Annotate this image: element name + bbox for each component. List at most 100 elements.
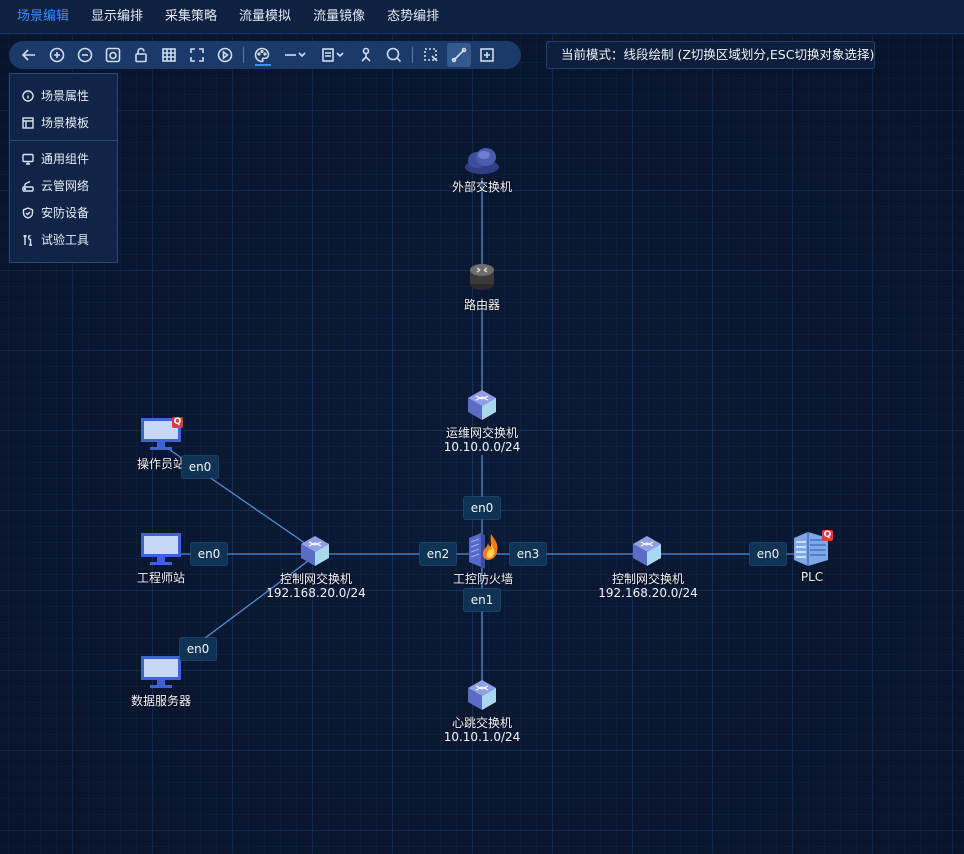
node-subnet: 192.168.20.0/24 xyxy=(598,586,698,600)
node-label: 控制网交换机 xyxy=(611,572,685,586)
cloud-icon xyxy=(465,148,499,174)
side-divider xyxy=(10,140,117,141)
port-firewall-en2[interactable]: en2 xyxy=(420,543,456,565)
search-icon xyxy=(386,47,402,63)
fit-screen-button[interactable] xyxy=(183,41,211,69)
firewall-icon xyxy=(469,533,498,569)
line-color-button[interactable] xyxy=(248,41,276,69)
port-plc-en0[interactable]: en0 xyxy=(750,543,786,565)
shield-icon xyxy=(22,206,34,219)
add-box-icon xyxy=(480,48,494,62)
toolbar-divider xyxy=(243,47,244,63)
side-item-test-tools[interactable]: 试验工具 xyxy=(10,226,117,253)
control-switch-right-node[interactable]: 控制网交换机 192.168.20.0/24 xyxy=(598,534,698,600)
side-item-security-devices[interactable]: 安防设备 xyxy=(10,199,117,226)
port-firewall-en0[interactable]: en0 xyxy=(464,497,500,519)
side-item-label: 通用组件 xyxy=(41,152,90,166)
side-item-label: 试验工具 xyxy=(41,233,90,247)
zoom-out-button[interactable] xyxy=(71,41,99,69)
play-button[interactable] xyxy=(211,41,239,69)
plc-node[interactable]: Q PLC xyxy=(792,530,833,584)
grid-icon xyxy=(162,48,176,62)
line-style-dropdown[interactable] xyxy=(276,41,314,69)
side-item-cloud-network[interactable]: 云管网络 xyxy=(10,172,117,199)
search-button[interactable] xyxy=(380,41,408,69)
tools-icon xyxy=(23,234,32,246)
operator-station-node[interactable]: Q 操作员站 xyxy=(137,417,185,471)
side-group-components: 通用组件 云管网络 安防设备 试验工具 xyxy=(10,145,117,253)
node-label: 工控防火墙 xyxy=(452,572,514,586)
toolbar-divider xyxy=(412,47,413,63)
switch-icon xyxy=(468,680,496,710)
layer-dropdown[interactable] xyxy=(314,41,352,69)
alert-badge: Q xyxy=(172,417,183,428)
side-item-label: 安防设备 xyxy=(41,206,90,220)
zoom-in-button[interactable] xyxy=(43,41,71,69)
switch-icon xyxy=(633,536,661,566)
port-firewall-en3[interactable]: en3 xyxy=(510,543,546,565)
engineer-station-node[interactable]: 工程师站 xyxy=(137,532,185,585)
alert-badge: Q xyxy=(822,530,833,541)
router-node[interactable]: 路由器 xyxy=(464,260,500,312)
control-switch-left-node[interactable]: 控制网交换机 192.168.20.0/24 xyxy=(266,534,366,600)
node-subnet: 10.10.1.0/24 xyxy=(443,730,521,744)
router-icon xyxy=(22,180,34,192)
camera-icon xyxy=(105,47,121,63)
ops-switch-node[interactable]: 运维网交换机 10.10.0.0/24 xyxy=(444,388,520,454)
line-draw-icon xyxy=(451,47,467,63)
info-icon xyxy=(22,89,34,102)
arrow-left-icon xyxy=(21,49,35,61)
node-label: 工程师站 xyxy=(136,571,186,585)
external-switch-node[interactable]: 外部交换机 xyxy=(452,143,512,194)
select-area-button[interactable] xyxy=(417,41,445,69)
node-label: 控制网交换机 xyxy=(279,572,353,586)
unlock-icon xyxy=(135,47,147,63)
port-firewall-en1[interactable]: en1 xyxy=(464,589,500,611)
select-dashed-icon xyxy=(424,48,438,62)
lock-button[interactable] xyxy=(127,41,155,69)
side-item-label: 云管网络 xyxy=(41,179,90,193)
back-button[interactable] xyxy=(15,41,43,69)
node-subnet: 10.10.0.0/24 xyxy=(443,440,521,454)
router-icon xyxy=(470,264,494,290)
palette-icon xyxy=(254,47,270,63)
node-label: 数据服务器 xyxy=(130,694,192,708)
port-engineer-en0[interactable]: en0 xyxy=(191,543,227,565)
canvas-toolbar xyxy=(9,41,521,69)
template-icon xyxy=(22,116,34,129)
grid-button[interactable] xyxy=(155,41,183,69)
side-group-scene: 场景属性 场景模板 xyxy=(10,74,117,136)
side-item-general-components[interactable]: 通用组件 xyxy=(10,145,117,172)
selected-color-indicator xyxy=(255,64,271,66)
current-mode-indicator: 当前模式：线段绘制 (Z切换区域划分,ESC切换对象选择) xyxy=(546,41,875,69)
node-subnet: 192.168.20.0/24 xyxy=(266,586,366,600)
monitor-icon xyxy=(141,533,181,565)
node-label: 操作员站 xyxy=(136,457,186,471)
port-server-en0[interactable]: en0 xyxy=(180,638,216,660)
node-label: 运维网交换机 xyxy=(445,426,519,440)
side-item-label: 场景模板 xyxy=(41,116,90,130)
node-tree-button[interactable] xyxy=(352,41,380,69)
layers-icon xyxy=(322,48,344,62)
add-area-button[interactable] xyxy=(473,41,501,69)
monitor-icon xyxy=(22,153,34,165)
screenshot-button[interactable] xyxy=(99,41,127,69)
heartbeat-switch-node[interactable]: 心跳交换机 10.10.1.0/24 xyxy=(444,678,520,744)
node-label: 心跳交换机 xyxy=(451,716,513,730)
switch-icon xyxy=(301,536,329,566)
zoom-out-icon xyxy=(77,47,93,63)
node-label: PLC xyxy=(800,570,824,584)
firewall-node[interactable]: 工控防火墙 xyxy=(453,530,513,586)
monitor-icon xyxy=(141,656,181,688)
side-item-scene-template[interactable]: 场景模板 xyxy=(10,109,117,136)
side-panel: 场景属性 场景模板 通用组件 云管网络 安防设备 试验工具 xyxy=(9,73,118,263)
line-style-icon xyxy=(285,52,306,58)
person-node-icon xyxy=(361,47,371,62)
switch-icon xyxy=(468,390,496,420)
port-operator-en0[interactable]: en0 xyxy=(182,456,218,478)
draw-line-button[interactable] xyxy=(447,43,471,67)
side-item-scene-properties[interactable]: 场景属性 xyxy=(10,82,117,109)
node-label: 路由器 xyxy=(463,298,501,312)
data-server-node[interactable]: 数据服务器 xyxy=(131,655,191,708)
zoom-in-icon xyxy=(49,47,65,63)
